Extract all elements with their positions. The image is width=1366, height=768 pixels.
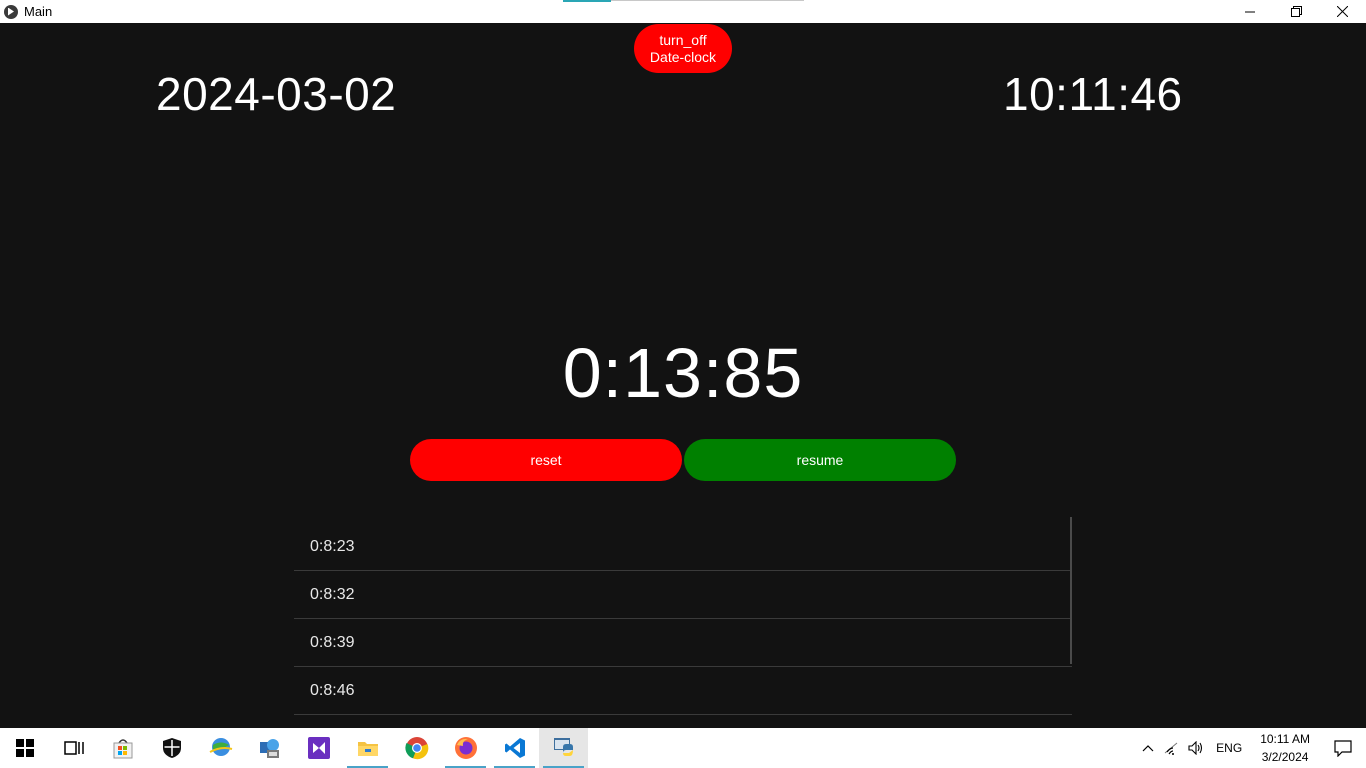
lap-item[interactable]: 0:8:46 [294, 667, 1072, 715]
taskbar-windows-security[interactable] [147, 728, 196, 768]
turn-off-date-clock-button[interactable]: turn_off Date-clock [634, 24, 732, 73]
show-hidden-icons-button[interactable] [1136, 728, 1160, 768]
restore-icon [1290, 6, 1302, 17]
taskbar-network-app[interactable] [245, 728, 294, 768]
title-accent [563, 0, 611, 2]
clock-date: 3/2/2024 [1261, 750, 1309, 764]
vscode-icon [504, 738, 525, 758]
lap-item[interactable]: 0:8:39 [294, 619, 1072, 667]
restore-button[interactable] [1273, 0, 1319, 23]
visual-studio-icon [307, 737, 330, 759]
volume-tray-button[interactable] [1184, 728, 1208, 768]
date-display: 2024-03-02 [156, 68, 397, 120]
laps-scrollbar[interactable] [1070, 517, 1072, 664]
python-icon [553, 738, 573, 756]
network-globe-icon [259, 739, 279, 758]
taskbar-file-explorer[interactable] [343, 728, 392, 768]
start-button[interactable] [0, 728, 49, 768]
title-bar: Main [0, 0, 1366, 23]
system-tray: ENG 10:11 AM 3/2/2024 [1136, 728, 1366, 768]
app-content: turn_off Date-clock 2024-03-02 10:11:46 … [0, 23, 1366, 728]
firefox-icon [454, 737, 477, 759]
taskbar-download-manager[interactable] [196, 728, 245, 768]
task-view-icon [63, 741, 84, 755]
taskbar-clock[interactable]: 10:11 AM 3/2/2024 [1260, 730, 1310, 766]
chrome-icon [404, 737, 428, 760]
wifi-icon [1164, 742, 1178, 755]
task-view-button[interactable] [49, 728, 98, 768]
laps-list[interactable]: 0:8:23 0:8:32 0:8:39 0:8:46 [294, 523, 1072, 728]
taskbar-vscode[interactable] [490, 728, 539, 768]
folder-icon [357, 742, 378, 756]
taskbar-firefox[interactable] [441, 728, 490, 768]
window-title: Main [24, 4, 53, 19]
date-clock-label: Date-clock [649, 48, 717, 65]
resume-button[interactable]: resume [684, 439, 956, 481]
globe-download-icon [209, 738, 232, 756]
minimize-button[interactable] [1227, 0, 1273, 23]
close-button[interactable] [1319, 0, 1365, 23]
taskbar-chrome[interactable] [392, 728, 441, 768]
stopwatch-display: 0:13:85 [562, 334, 804, 412]
action-center-button[interactable] [1320, 728, 1366, 768]
title-accent-line [611, 0, 804, 1]
shield-icon [162, 738, 181, 758]
time-display: 10:11:46 [1003, 68, 1183, 120]
chevron-up-icon [1142, 745, 1154, 752]
taskbar-microsoft-store[interactable] [98, 728, 147, 768]
store-icon [113, 739, 132, 759]
lap-item[interactable]: 0:8:32 [294, 571, 1072, 619]
windows-logo-icon [15, 739, 34, 757]
speaker-icon [1188, 741, 1203, 755]
lap-item[interactable]: 0:8:23 [294, 523, 1072, 571]
taskbar-python[interactable] [539, 728, 588, 768]
turn-off-label: turn_off [659, 31, 707, 48]
clock-time: 10:11 AM [1260, 732, 1310, 746]
taskbar: ENG 10:11 AM 3/2/2024 [0, 728, 1366, 768]
taskbar-visual-studio[interactable] [294, 728, 343, 768]
close-icon [1336, 6, 1348, 17]
input-language[interactable]: ENG [1216, 741, 1242, 755]
kivy-app-icon [4, 4, 18, 19]
notification-icon [1334, 739, 1352, 757]
network-tray-button[interactable] [1160, 728, 1184, 768]
reset-button[interactable]: reset [410, 439, 682, 481]
minimize-icon [1245, 11, 1255, 12]
